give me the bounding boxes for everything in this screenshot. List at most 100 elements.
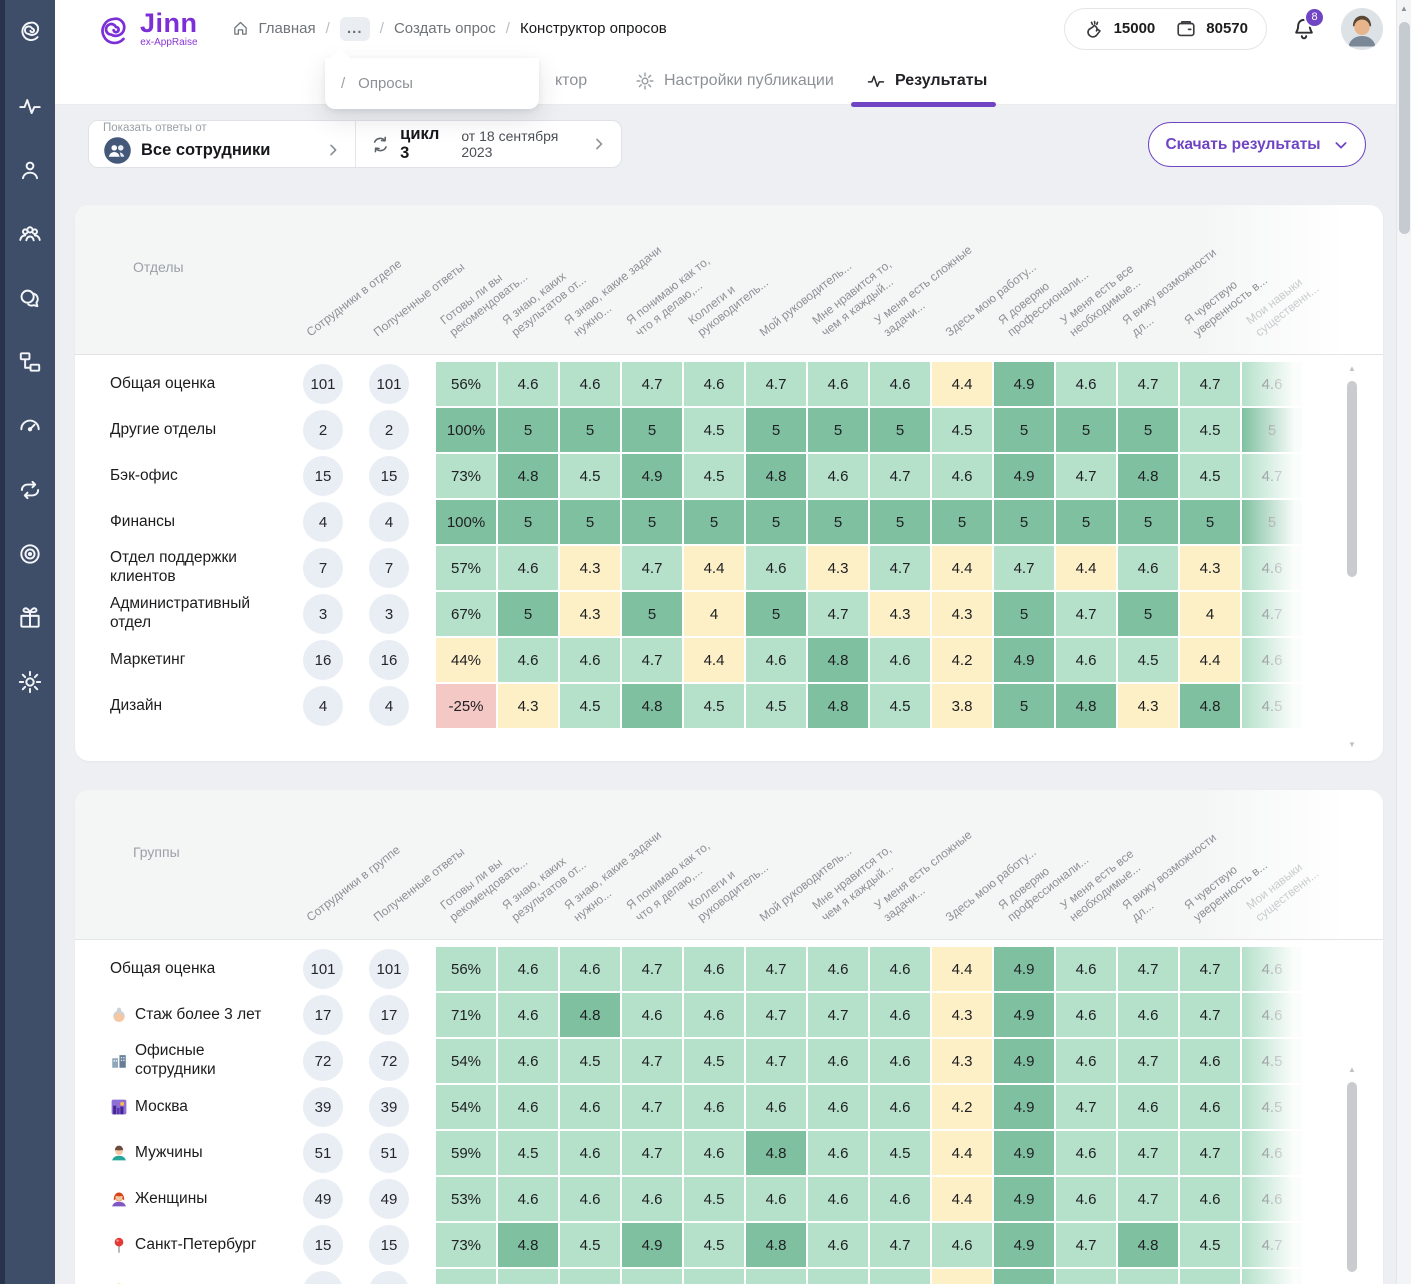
org-chart-icon[interactable] [17,349,43,375]
team-icon[interactable] [17,221,43,247]
app-subtitle: ex-AppRaise [140,36,198,48]
score-cell: 4.9 [994,993,1054,1037]
score-cell: 4.6 [870,1269,930,1284]
gift-icon[interactable] [17,605,43,631]
scroll-down-arrow[interactable]: ▼ [1347,741,1357,749]
score-cell: 4.6 [1242,638,1302,682]
breadcrumb-create-survey[interactable]: Создать опрос [394,20,496,37]
score-cell: 5 [994,500,1054,544]
employees-count: 72 [303,1041,343,1081]
notifications-button[interactable]: 8 [1291,6,1325,42]
row-label: Женщины [110,1190,290,1209]
tab-publication-settings[interactable]: Настройки публикации [635,57,834,104]
row-label: Другие отделы [110,420,217,438]
score-cell: 4.7 [1180,362,1240,406]
gauge-icon[interactable] [17,413,43,439]
score-cell: 4.7 [1180,1131,1240,1175]
table-rows: Общая оценка 101 101 56% 4.6 4.6 4.7 4.6 4.7 4.6 4… [75,355,1383,729]
home-icon[interactable] [232,20,249,37]
score-cell: 4.6 [622,993,682,1037]
audience-filter[interactable]: Показать ответы от Все сотрудники [89,121,356,167]
breadcrumb-home[interactable]: Главная [259,20,316,37]
employees-count: 101 [303,364,343,404]
page-scrollbar-thumb[interactable] [1399,22,1410,234]
score-cell: 100% [436,408,496,452]
table-scrollbar[interactable] [1347,381,1357,577]
score-cell: 4.6 [932,1223,992,1267]
score-cell: 100% [436,500,496,544]
employees-count: 39 [303,1087,343,1127]
score-cell: 4.7 [622,362,682,406]
score-cell: 4.5 [684,1223,744,1267]
score-cell: 4.6 [808,1223,868,1267]
score-cell: 4.6 [932,454,992,498]
tab-results[interactable]: Результаты [866,57,987,104]
score-cell: 5 [1056,500,1116,544]
score-cell: 4.6 [498,362,558,406]
download-results-button[interactable]: Скачать результаты [1148,122,1366,167]
score-cell: 5 [746,408,806,452]
score-cell: 4.7 [1242,454,1302,498]
departments-table-card: Отделы Сотрудники в отделе Полученные отв… [75,205,1383,761]
topbar: Jinn ex-AppRaise Главная / ... / Создать… [55,0,1411,57]
tab-constructor[interactable]: ктор [555,57,587,104]
score-cell: 4.6 [498,1177,558,1221]
score-cell: 4.9 [994,362,1054,406]
scroll-up-arrow[interactable]: ▲ [1397,4,1411,13]
person-icon[interactable] [17,157,43,183]
pulse-icon[interactable] [17,93,43,119]
spiral-icon[interactable] [17,17,43,43]
score-cell: 4.3 [932,592,992,636]
score-cell: 4.7 [1242,592,1302,636]
table-row: Административный отдел 3 3 67% 5 4.3 5 4 5 4.7 4.3… [110,591,1383,637]
woman-emoji-icon [110,1190,128,1208]
score-cell: 56% [436,947,496,991]
man-emoji-icon [110,1144,128,1162]
dropdown-item-surveys[interactable]: / Опросы [341,75,523,92]
breadcrumb-ellipsis-button[interactable]: ... [339,16,370,41]
score-cell: 4.6 [870,362,930,406]
active-tab-underline [851,102,996,107]
score-cell: 4.7 [808,993,868,1037]
table-row: Стаж более 3 лет 17 17 71% 4.6 4.8 4.6 4.6 4.7 4.… [110,992,1383,1038]
chat-icon[interactable] [17,285,43,311]
score-cell: 5 [1056,408,1116,452]
score-cell: 4.9 [622,1223,682,1267]
score-cell: 4.5 [560,1039,620,1083]
target-icon[interactable] [17,541,43,567]
scroll-up-arrow[interactable]: ▲ [1347,1066,1357,1074]
responses-count: 17 [369,995,409,1035]
score-cell: 4.9 [994,454,1054,498]
sync-icon[interactable] [17,477,43,503]
cycle-filter[interactable]: цикл 3 от 18 сентября 2023 [356,121,622,167]
page-scrollbar[interactable]: ▲ [1396,0,1411,1284]
score-cell: 4.3 [870,592,930,636]
notifications-badge: 8 [1304,6,1325,28]
avatar[interactable] [1341,7,1383,50]
score-cell: 4.9 [994,638,1054,682]
table-header-band: Группы Сотрудники в группе Полученные отв… [75,790,1383,940]
score-cell: 4.6 [808,362,868,406]
gear-icon[interactable] [17,669,43,695]
score-cell: 4.5 [870,684,930,728]
score-cell: -25% [436,684,496,728]
score-cell: 4.6 [684,993,744,1037]
score-cell: 4.6 [1242,1131,1302,1175]
score-cell: 4.7 [746,993,806,1037]
row-label: Дизайн [110,696,163,714]
balance-pill[interactable]: 15000 80570 [1063,7,1267,50]
score-cell: 4.7 [1118,1269,1178,1284]
score-cell: 4.5 [1180,454,1240,498]
score-cell: 5 [1242,500,1302,544]
chevron-down-icon [1333,137,1349,153]
score-cell: 4.9 [994,1177,1054,1221]
score-cell: 4.8 [498,454,558,498]
score-cell: 4.8 [1118,1223,1178,1267]
table-scrollbar[interactable] [1347,1082,1357,1272]
score-cell: 5 [808,408,868,452]
score-cell: 4.6 [1056,1269,1116,1284]
score-cell: 5 [498,408,558,452]
score-cell: 4.6 [560,1177,620,1221]
scroll-up-arrow[interactable]: ▲ [1347,365,1357,373]
breadcrumb-separator: / [379,20,384,37]
